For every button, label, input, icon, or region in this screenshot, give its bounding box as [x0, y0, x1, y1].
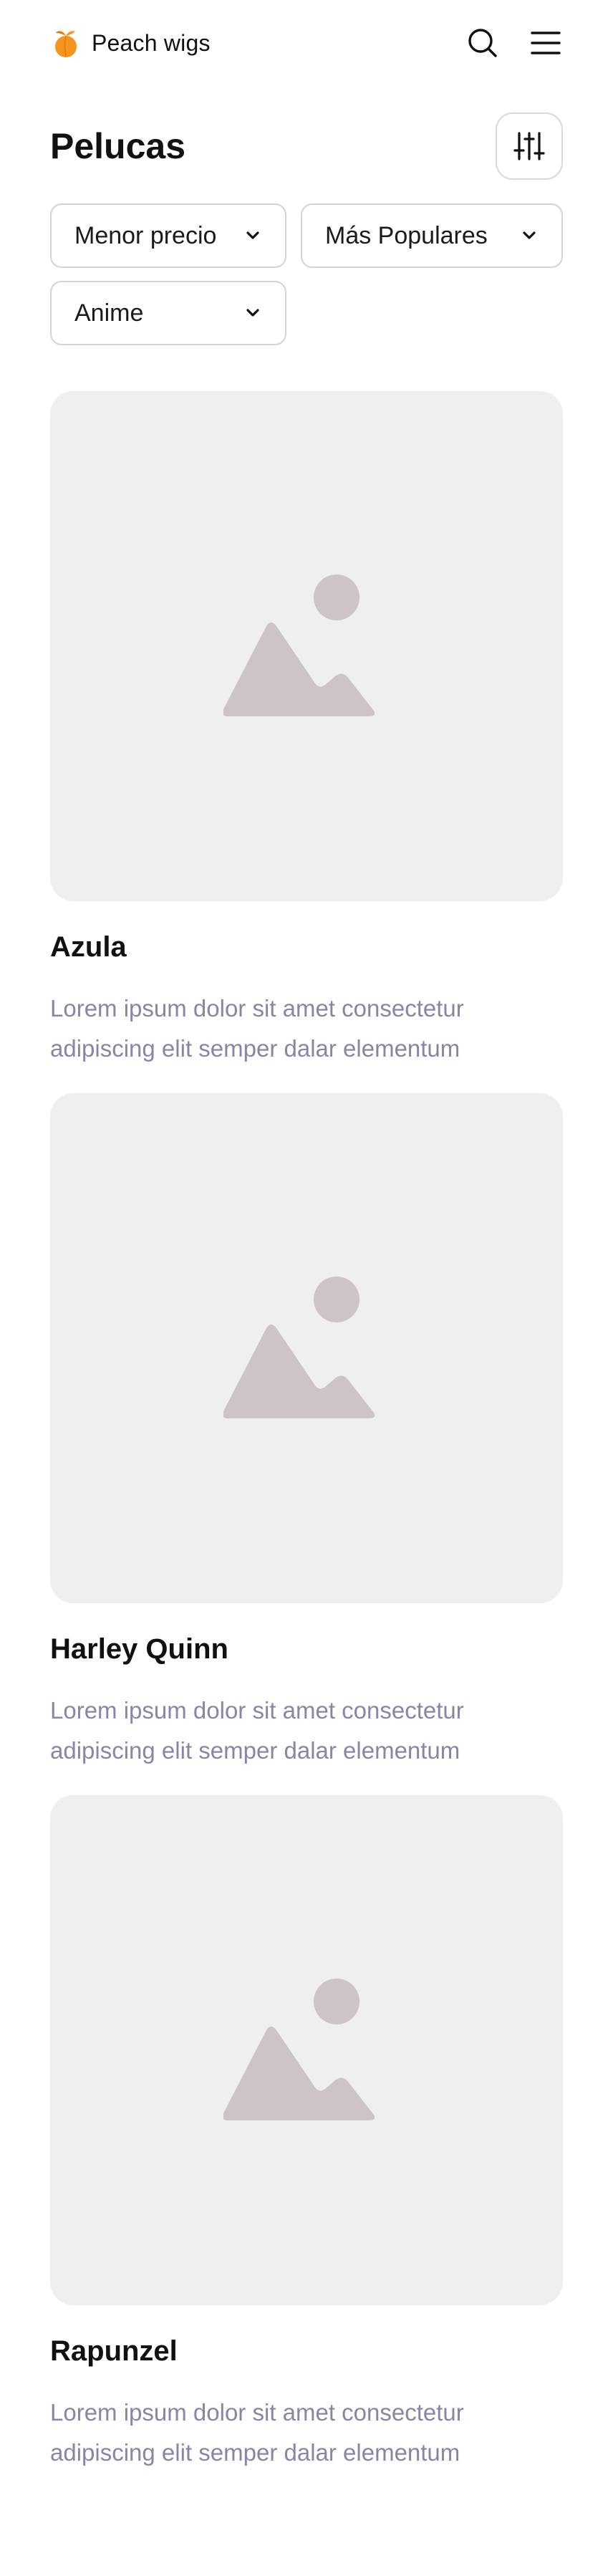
product-image[interactable]: [50, 1795, 563, 2305]
search-icon: [468, 29, 497, 57]
dropdown-label: Anime: [74, 299, 144, 327]
product-card[interactable]: Harley Quinn Lorem ipsum dolor sit amet …: [50, 1093, 563, 1795]
product-list: Azula Lorem ipsum dolor sit amet consect…: [50, 391, 563, 2497]
image-placeholder-icon: [223, 1979, 375, 2120]
page-header: Pelucas: [50, 112, 563, 181]
menu-button[interactable]: [528, 26, 563, 60]
product-image[interactable]: [50, 391, 563, 901]
product-name[interactable]: Azula: [50, 927, 563, 967]
hamburger-menu-icon: [531, 32, 561, 54]
product-name[interactable]: Rapunzel: [50, 2331, 563, 2371]
page-title: Pelucas: [50, 126, 186, 166]
search-button[interactable]: [465, 26, 500, 60]
sort-price-dropdown[interactable]: Menor precio: [50, 203, 286, 268]
filter-settings-button[interactable]: [496, 112, 563, 180]
peach-logo-icon: [55, 31, 77, 57]
product-card[interactable]: Azula Lorem ipsum dolor sit amet consect…: [50, 391, 563, 1093]
chevron-down-icon: [246, 231, 259, 239]
filter-dropdowns: Menor precio Más Populares Anime: [50, 203, 563, 345]
chevron-down-icon: [523, 231, 536, 239]
product-name[interactable]: Harley Quinn: [50, 1629, 563, 1669]
chevron-down-icon: [246, 309, 259, 317]
product-image[interactable]: [50, 1093, 563, 1603]
top-actions: [465, 26, 563, 60]
product-description: Lorem ipsum dolor sit amet consectetur a…: [50, 995, 464, 1062]
dropdown-label: Más Populares: [325, 221, 488, 249]
sort-popularity-dropdown[interactable]: Más Populares: [301, 203, 563, 268]
sliders-filter-icon: [513, 132, 545, 160]
product-description: Lorem ipsum dolor sit amet consectetur a…: [50, 1697, 464, 1764]
product-description: Lorem ipsum dolor sit amet consectetur a…: [50, 2399, 464, 2466]
image-placeholder-icon: [223, 1277, 375, 1418]
dropdown-label: Menor precio: [74, 221, 217, 249]
brand-name: Peach wigs: [92, 29, 211, 56]
category-dropdown[interactable]: Anime: [50, 281, 286, 345]
top-navigation-bar: Peach wigs: [50, 23, 563, 63]
image-placeholder-icon: [223, 575, 375, 716]
brand[interactable]: Peach wigs: [50, 27, 211, 59]
product-card[interactable]: Rapunzel Lorem ipsum dolor sit amet cons…: [50, 1795, 563, 2497]
